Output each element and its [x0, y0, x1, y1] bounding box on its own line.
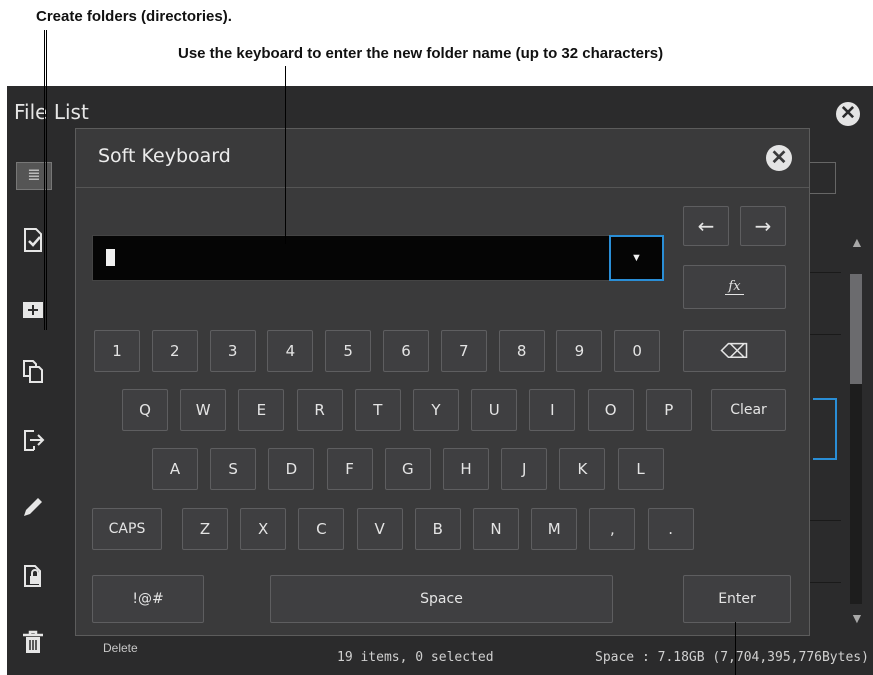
- backspace-key[interactable]: ⌫: [683, 330, 786, 372]
- letter-key[interactable]: I: [529, 389, 576, 431]
- symbols-key[interactable]: !@#: [92, 575, 204, 623]
- letter-key[interactable]: X: [240, 508, 287, 550]
- letter-key[interactable]: ,: [589, 508, 636, 550]
- letter-key[interactable]: S: [210, 448, 257, 490]
- list-row-divider: [809, 334, 841, 335]
- letter-key[interactable]: K: [559, 448, 606, 490]
- rename-pencil-icon[interactable]: [15, 489, 51, 525]
- fx-icon: fx: [725, 279, 744, 295]
- number-key[interactable]: 5: [325, 330, 372, 372]
- clear-key[interactable]: Clear: [711, 389, 786, 431]
- enter-key[interactable]: Enter: [683, 575, 791, 623]
- caps-key[interactable]: CAPS: [92, 508, 162, 550]
- space-key[interactable]: Space: [270, 575, 613, 623]
- folder-name-input[interactable]: [92, 235, 612, 281]
- annotation-pointer-input: [285, 66, 286, 244]
- list-row-divider: [809, 582, 841, 583]
- cursor-left-key[interactable]: ←: [683, 206, 729, 246]
- history-dropdown-button[interactable]: ▼: [609, 235, 664, 281]
- status-item-count: 19 items, 0 selected: [337, 650, 494, 665]
- annotation-create-folders: Create folders (directories).: [36, 8, 232, 25]
- number-key[interactable]: 1: [94, 330, 140, 372]
- letter-key[interactable]: B: [414, 508, 461, 550]
- number-key[interactable]: 8: [498, 330, 545, 372]
- letter-key[interactable]: Y: [413, 389, 459, 431]
- annotation-pointer-enter: [735, 622, 736, 675]
- letter-key[interactable]: D: [268, 448, 315, 490]
- dialog-title: Soft Keyboard: [98, 145, 231, 167]
- number-key[interactable]: 6: [383, 330, 429, 372]
- protect-lock-icon[interactable]: [15, 558, 51, 594]
- scrollbar-thumb[interactable]: [850, 274, 862, 384]
- chevron-down-icon: ▼: [631, 252, 642, 264]
- selected-row-highlight[interactable]: [813, 398, 837, 460]
- letter-key[interactable]: V: [356, 508, 403, 550]
- trash-icon[interactable]: [15, 624, 51, 660]
- letter-key[interactable]: Q: [122, 389, 168, 431]
- list-row-divider: [809, 520, 841, 521]
- function-key[interactable]: fx: [683, 265, 786, 309]
- number-key[interactable]: 9: [556, 330, 603, 372]
- letter-key[interactable]: G: [384, 448, 431, 490]
- scroll-up-icon[interactable]: ▲: [850, 234, 864, 250]
- copy-icon[interactable]: [15, 353, 51, 389]
- text-caret: [106, 249, 115, 266]
- letter-key[interactable]: M: [531, 508, 578, 550]
- soft-keyboard-dialog: Soft Keyboard ✕ ▼ ← → fx 1234567890 ⌫ QW…: [75, 128, 810, 636]
- letter-key[interactable]: Z: [182, 508, 228, 550]
- move-icon[interactable]: [15, 422, 51, 458]
- annotation-use-keyboard: Use the keyboard to enter the new folder…: [178, 45, 664, 62]
- close-icon[interactable]: ✕: [766, 145, 792, 171]
- letter-key[interactable]: T: [354, 389, 401, 431]
- letter-key[interactable]: O: [587, 389, 634, 431]
- letter-key[interactable]: .: [647, 508, 694, 550]
- number-key[interactable]: 0: [614, 330, 661, 372]
- letter-key[interactable]: P: [645, 389, 692, 431]
- cursor-right-key[interactable]: →: [740, 206, 786, 246]
- letter-key[interactable]: N: [473, 508, 519, 550]
- letter-key[interactable]: U: [471, 389, 518, 431]
- file-list-title: File List: [14, 100, 89, 124]
- close-icon[interactable]: ✕: [836, 102, 860, 126]
- letter-key[interactable]: J: [501, 448, 548, 490]
- letter-key[interactable]: W: [180, 389, 227, 431]
- annotation-pointer-create: [44, 30, 47, 330]
- letter-key[interactable]: R: [296, 389, 343, 431]
- number-key[interactable]: 3: [209, 330, 256, 372]
- number-key[interactable]: 4: [267, 330, 314, 372]
- delete-label: Delete: [103, 641, 138, 655]
- letter-key[interactable]: L: [617, 448, 664, 490]
- letter-key[interactable]: F: [326, 448, 373, 490]
- letter-key[interactable]: H: [443, 448, 489, 490]
- letter-key[interactable]: C: [298, 508, 345, 550]
- list-row-divider: [809, 272, 841, 273]
- letter-key[interactable]: E: [238, 389, 285, 431]
- number-key[interactable]: 7: [440, 330, 487, 372]
- number-key[interactable]: 2: [151, 330, 198, 372]
- letter-key[interactable]: A: [152, 448, 198, 490]
- status-free-space: Space : 7.18GB (7,704,395,776Bytes): [595, 650, 869, 665]
- scroll-down-icon[interactable]: ▼: [850, 610, 864, 626]
- divider: [76, 187, 809, 188]
